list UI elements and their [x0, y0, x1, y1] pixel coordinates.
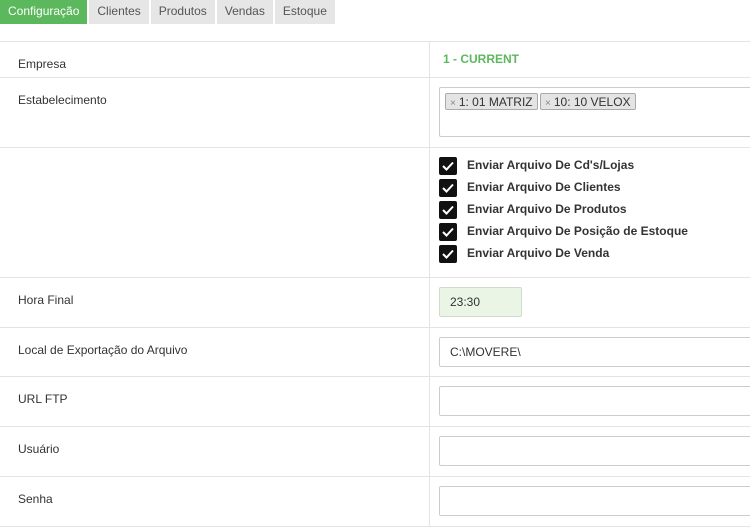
option-label: Enviar Arquivo De Posição de Estoque [467, 224, 688, 238]
tab-vendas[interactable]: Vendas [216, 0, 273, 24]
option-clientes: Enviar Arquivo De Clientes [439, 178, 739, 200]
row-url-ftp: URL FTP [0, 377, 750, 427]
row-hora-final: Hora Final [0, 278, 750, 328]
hora-final-input[interactable] [439, 287, 522, 317]
option-label: Enviar Arquivo De Produtos [467, 202, 627, 216]
option-label: Enviar Arquivo De Clientes [467, 180, 621, 194]
url-ftp-label: URL FTP [18, 392, 68, 406]
column-divider [429, 78, 430, 147]
tab-produtos[interactable]: Produtos [150, 0, 215, 24]
check-icon [442, 205, 454, 215]
row-senha: Senha [0, 477, 750, 527]
option-checkbox[interactable] [439, 245, 457, 263]
estabelecimento-chip: × 10: 10 VELOX [540, 93, 636, 110]
senha-input[interactable] [439, 486, 750, 516]
column-divider [429, 328, 430, 376]
row-local-exportacao: Local de Exportação do Arquivo [0, 328, 750, 377]
row-empresa: Empresa 1 - CURRENT [0, 42, 750, 78]
column-divider [429, 427, 430, 476]
option-checkbox[interactable] [439, 201, 457, 219]
usuario-label: Usuário [18, 442, 60, 456]
chip-label: 1: 01 MATRIZ [458, 95, 533, 109]
close-icon[interactable]: × [545, 98, 551, 109]
close-icon[interactable]: × [450, 98, 456, 109]
config-form: Empresa 1 - CURRENT Estabelecimento × 1: … [0, 41, 750, 527]
estabelecimento-multiselect[interactable]: × 1: 01 MATRIZ × 10: 10 VELOX [439, 87, 750, 137]
option-produtos: Enviar Arquivo De Produtos [439, 200, 739, 222]
check-icon [442, 183, 454, 193]
option-checkbox[interactable] [439, 157, 457, 175]
tab-estoque[interactable]: Estoque [274, 0, 335, 24]
export-options-list: Enviar Arquivo De Cd's/Lojas Enviar Arqu… [439, 156, 739, 266]
tab-configuracao[interactable]: Configuração [0, 0, 88, 24]
column-divider [429, 42, 430, 77]
option-checkbox[interactable] [439, 179, 457, 197]
option-checkbox[interactable] [439, 223, 457, 241]
local-exportacao-label: Local de Exportação do Arquivo [18, 343, 188, 357]
chip-label: 10: 10 VELOX [553, 95, 631, 109]
estabelecimento-chip: × 1: 01 MATRIZ [445, 93, 538, 110]
check-icon [442, 161, 454, 171]
hora-final-label: Hora Final [18, 293, 74, 307]
empresa-label: Empresa [18, 57, 67, 71]
tab-clientes[interactable]: Clientes [89, 0, 149, 24]
row-export-options: Enviar Arquivo De Cd's/Lojas Enviar Arqu… [0, 148, 750, 278]
usuario-input[interactable] [439, 436, 750, 466]
option-label: Enviar Arquivo De Venda [467, 246, 610, 260]
empresa-value: 1 - CURRENT [443, 52, 520, 66]
row-usuario: Usuário [0, 427, 750, 477]
column-divider [429, 477, 430, 526]
check-icon [442, 227, 454, 237]
check-icon [442, 249, 454, 259]
column-divider [429, 148, 430, 277]
column-divider [429, 377, 430, 426]
column-divider [429, 278, 430, 327]
tab-bar: Configuração Clientes Produtos Vendas Es… [0, 0, 337, 24]
local-exportacao-input[interactable] [439, 337, 750, 367]
row-estabelecimento: Estabelecimento × 1: 01 MATRIZ × 10: 10 VE… [0, 78, 750, 148]
option-cds-lojas: Enviar Arquivo De Cd's/Lojas [439, 156, 739, 178]
option-label: Enviar Arquivo De Cd's/Lojas [467, 158, 635, 172]
url-ftp-input[interactable] [439, 386, 750, 416]
option-venda: Enviar Arquivo De Venda [439, 244, 739, 266]
senha-label: Senha [18, 492, 53, 506]
option-posicao-estoque: Enviar Arquivo De Posição de Estoque [439, 222, 739, 244]
estabelecimento-label: Estabelecimento [18, 93, 107, 107]
